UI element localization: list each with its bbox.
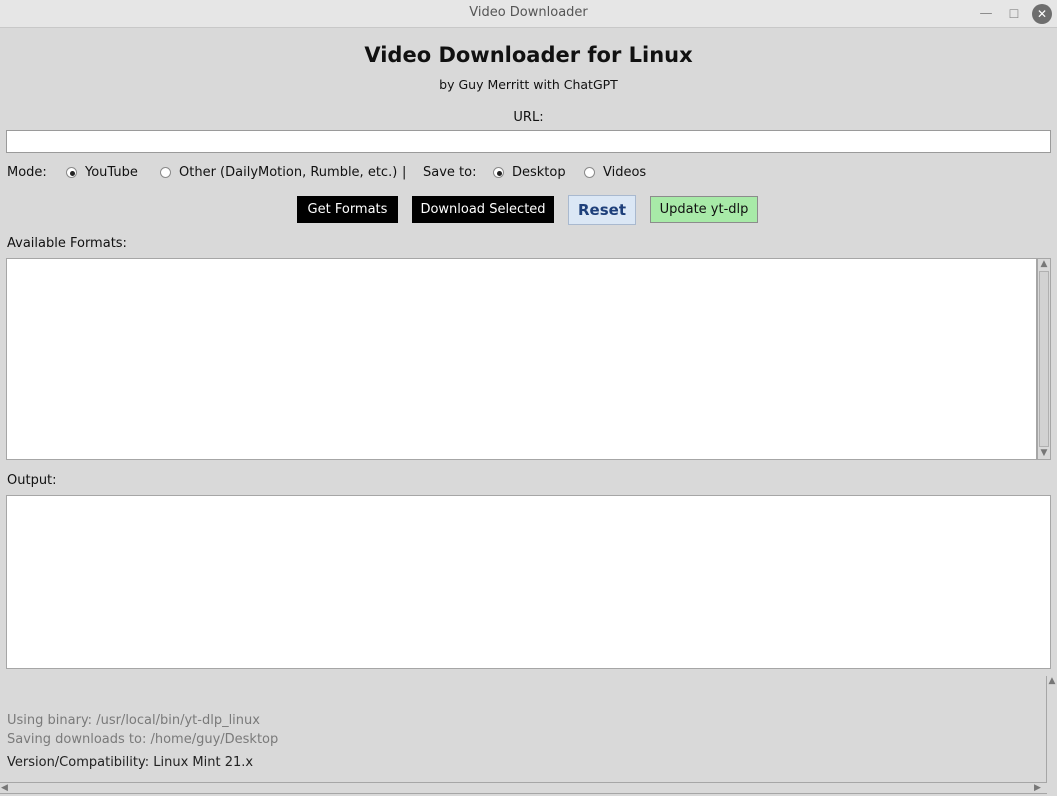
mode-other-radio[interactable] xyxy=(160,167,171,178)
save-videos-label[interactable]: Videos xyxy=(603,165,646,180)
formats-list[interactable] xyxy=(6,258,1037,460)
scroll-thumb[interactable] xyxy=(1039,271,1049,447)
save-to-label: Save to: xyxy=(423,165,477,180)
close-icon[interactable]: ✕ xyxy=(1032,4,1052,24)
output-label: Output: xyxy=(7,473,57,488)
scroll-down-icon[interactable]: ▼ xyxy=(1039,448,1049,458)
window-scroll-up-icon[interactable]: ▲ xyxy=(1047,676,1057,686)
mode-youtube-radio[interactable] xyxy=(66,167,77,178)
save-desktop-radio[interactable] xyxy=(493,167,504,178)
output-text[interactable] xyxy=(6,495,1051,669)
saving-status: Saving downloads to: /home/guy/Desktop xyxy=(7,732,279,747)
formats-label: Available Formats: xyxy=(7,236,127,251)
mode-label: Mode: xyxy=(7,165,47,180)
window-vertical-scrollbar[interactable]: ▲ xyxy=(1046,676,1057,782)
app-title: Video Downloader for Linux xyxy=(364,43,693,67)
get-formats-button[interactable]: Get Formats xyxy=(297,196,398,223)
url-input[interactable] xyxy=(6,130,1051,153)
download-selected-button[interactable]: Download Selected xyxy=(412,196,554,223)
app-subtitle: by Guy Merritt with ChatGPT xyxy=(439,77,618,92)
save-videos-radio[interactable] xyxy=(584,167,595,178)
scroll-left-icon[interactable]: ◀ xyxy=(1,783,8,794)
formats-scrollbar[interactable]: ▲ ▼ xyxy=(1037,258,1051,460)
reset-button[interactable]: Reset xyxy=(568,195,636,225)
mode-other-label[interactable]: Other (DailyMotion, Rumble, etc.) xyxy=(179,165,397,180)
window-title: Video Downloader xyxy=(469,5,588,20)
minimize-icon[interactable]: — xyxy=(976,4,996,24)
window-horizontal-scrollbar[interactable]: ◀ ▶ xyxy=(0,782,1047,794)
mode-youtube-label[interactable]: YouTube xyxy=(85,165,138,180)
update-yt-dlp-button[interactable]: Update yt-dlp xyxy=(650,196,758,223)
url-label: URL: xyxy=(513,110,544,125)
scroll-right-icon[interactable]: ▶ xyxy=(1034,783,1041,794)
options-separator: | xyxy=(402,165,407,180)
maximize-icon[interactable]: ☐ xyxy=(1004,4,1024,24)
window-titlebar: Video Downloader — ☐ ✕ xyxy=(0,0,1057,28)
scroll-up-icon[interactable]: ▲ xyxy=(1039,259,1049,269)
save-desktop-label[interactable]: Desktop xyxy=(512,165,566,180)
version-status: Version/Compatibility: Linux Mint 21.x xyxy=(7,755,254,770)
binary-status: Using binary: /usr/local/bin/yt-dlp_linu… xyxy=(7,713,260,728)
